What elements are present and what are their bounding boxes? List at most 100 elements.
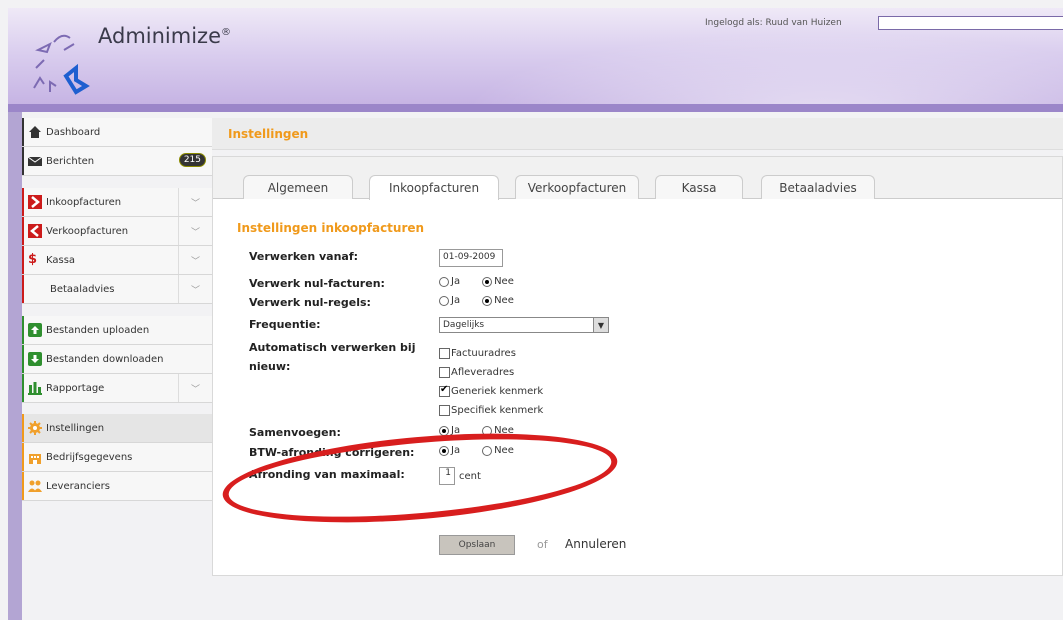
- checkbox-generiek-kenmerk[interactable]: Generiek kenmerk: [439, 382, 543, 401]
- chevron-down-icon[interactable]: ﹀: [178, 188, 212, 216]
- nul-facturen-radio-group: Ja Nee: [439, 276, 536, 287]
- nul-facturen-option-nee[interactable]: Nee: [482, 276, 514, 287]
- save-button[interactable]: Opslaan: [439, 535, 515, 555]
- chevron-down-icon[interactable]: ﹀: [178, 217, 212, 245]
- btw-afronding-option-ja[interactable]: Ja: [439, 445, 460, 456]
- tab-inkoopfacturen[interactable]: Inkoopfacturen: [369, 175, 499, 200]
- header-swoosh: [403, 18, 1063, 112]
- tab-betaaladvies[interactable]: Betaaladvies: [761, 175, 875, 199]
- nul-facturen-label: Verwerk nul-facturen:: [249, 277, 385, 290]
- sidebar-item-label: Bestanden uploaden: [46, 324, 150, 336]
- nul-regels-radio-group: Ja Nee: [439, 295, 536, 306]
- sidebar-item-bestanden-downloaden[interactable]: Bestanden downloaden: [22, 345, 212, 374]
- arrow-right-icon: [28, 195, 42, 209]
- checkbox-afleveradres[interactable]: Afleveradres: [439, 363, 514, 382]
- gear-icon: [28, 421, 42, 435]
- radio-button[interactable]: [439, 295, 449, 306]
- nav-group-main: Dashboard Berichten 215: [22, 118, 212, 176]
- chevron-down-icon[interactable]: ﹀: [178, 374, 212, 402]
- nul-regels-label: Verwerk nul-regels:: [249, 296, 371, 309]
- settings-panel: Algemeen Inkoopfacturen Verkoopfacturen …: [212, 156, 1063, 576]
- nul-regels-option-nee[interactable]: Nee: [482, 295, 514, 306]
- house-icon: [28, 125, 42, 139]
- radio-button-selected[interactable]: [482, 295, 493, 306]
- cancel-link[interactable]: Annuleren: [565, 537, 626, 551]
- verwerken-vanaf-label: Verwerken vanaf:: [249, 250, 359, 263]
- sidebar-item-label: Instellingen: [46, 422, 105, 434]
- sidebar-strip: [8, 112, 22, 620]
- radio-button-selected[interactable]: [482, 276, 493, 287]
- header-search-input[interactable]: [878, 16, 1063, 30]
- radio-button[interactable]: [439, 276, 449, 287]
- sidebar-item-bestanden-uploaden[interactable]: Bestanden uploaden: [22, 316, 212, 345]
- sidebar-item-label: Verkoopfacturen: [46, 225, 129, 237]
- frequentie-select[interactable]: Dagelijks ▼: [439, 317, 609, 333]
- download-icon: [28, 352, 42, 366]
- checkbox[interactable]: [439, 348, 450, 359]
- nul-regels-option-ja[interactable]: Ja: [439, 295, 460, 306]
- arrow-left-icon: [28, 224, 42, 238]
- dropdown-arrow-icon[interactable]: ▼: [593, 318, 608, 332]
- radio-button-selected[interactable]: [439, 425, 449, 436]
- tab-bar: Algemeen Inkoopfacturen Verkoopfacturen …: [213, 157, 1062, 200]
- login-status: Ingelogd als: Ruud van Huizen: [705, 18, 842, 28]
- chevron-down-icon[interactable]: ﹀: [178, 246, 212, 274]
- tab-kassa[interactable]: Kassa: [655, 175, 743, 199]
- checkbox-specifiek-kenmerk[interactable]: Specifiek kenmerk: [439, 401, 543, 420]
- sidebar-item-dashboard[interactable]: Dashboard: [22, 118, 212, 147]
- tab-verkoopfacturen[interactable]: Verkoopfacturen: [515, 175, 639, 199]
- sidebar: Dashboard Berichten 215 Inkoopfacturen ﹀…: [8, 112, 226, 620]
- sidebar-item-label: Rapportage: [46, 382, 105, 394]
- sidebar-item-inkoopfacturen[interactable]: Inkoopfacturen ﹀: [22, 188, 212, 217]
- frequentie-selected-value: Dagelijks: [443, 320, 485, 330]
- sidebar-item-verkoopfacturen[interactable]: Verkoopfacturen ﹀: [22, 217, 212, 246]
- envelope-icon: [27, 154, 43, 168]
- radio-button[interactable]: [482, 425, 493, 436]
- sidebar-item-bedrijfsgegevens[interactable]: Bedrijfsgegevens: [22, 443, 212, 472]
- upload-icon: [28, 323, 42, 337]
- sidebar-item-instellingen[interactable]: Instellingen: [22, 414, 226, 443]
- verwerken-vanaf-date-input[interactable]: 01-09-2009: [439, 249, 503, 267]
- sidebar-item-label: Leveranciers: [46, 480, 110, 492]
- sidebar-item-label: Dashboard: [46, 126, 101, 138]
- checkbox[interactable]: [439, 405, 450, 416]
- dollar-icon: $: [28, 252, 38, 267]
- section-title: Instellingen inkoopfacturen: [237, 221, 425, 235]
- automatisch-checkbox-group: Factuuradres Afleveradres Generiek kenme…: [439, 344, 543, 420]
- sidebar-item-betaaladvies[interactable]: Betaaladvies ﹀: [22, 275, 212, 304]
- sidebar-item-label: Inkoopfacturen: [46, 196, 122, 208]
- samenvoegen-option-nee[interactable]: Nee: [482, 425, 514, 436]
- radio-button-selected[interactable]: [439, 445, 449, 456]
- afronding-unit: cent: [459, 470, 481, 482]
- or-text: of: [537, 538, 548, 551]
- nav-group-settings: Instellingen Bedrijfsgegevens Leverancie…: [22, 414, 226, 501]
- page-title: Instellingen: [228, 126, 309, 141]
- sidebar-item-berichten[interactable]: Berichten 215: [22, 147, 212, 176]
- sidebar-item-rapportage[interactable]: Rapportage ﹀: [22, 374, 212, 403]
- btw-afronding-label: BTW-afronding corrigeren:: [249, 446, 415, 459]
- btw-afronding-radio-group: Ja Nee: [439, 445, 536, 456]
- chevron-down-icon[interactable]: ﹀: [178, 275, 212, 303]
- automatisch-label: Automatisch verwerken bij nieuw:: [249, 341, 416, 373]
- messages-count-badge: 215: [178, 153, 206, 167]
- app-name: Adminimize: [98, 24, 221, 48]
- afronding-maximaal-label: Afronding van maximaal:: [249, 468, 405, 481]
- samenvoegen-option-ja[interactable]: Ja: [439, 425, 460, 436]
- sidebar-item-label: Berichten: [46, 155, 95, 167]
- sidebar-item-kassa[interactable]: $ Kassa ﹀: [22, 246, 212, 275]
- frequentie-label: Frequentie:: [249, 318, 321, 331]
- sidebar-item-leveranciers[interactable]: Leveranciers: [22, 472, 212, 501]
- nav-group-files: Bestanden uploaden Bestanden downloaden …: [22, 316, 212, 403]
- radio-button[interactable]: [482, 445, 493, 456]
- afronding-maximaal-input[interactable]: 1: [439, 467, 455, 485]
- checkbox[interactable]: [439, 367, 450, 378]
- checkbox-factuuradres[interactable]: Factuuradres: [439, 344, 516, 363]
- btw-afronding-option-nee[interactable]: Nee: [482, 445, 514, 456]
- tab-algemeen[interactable]: Algemeen: [243, 175, 353, 199]
- nul-facturen-option-ja[interactable]: Ja: [439, 276, 460, 287]
- app-header: Adminimize® Ingelogd als: Ruud van Huize…: [8, 8, 1063, 112]
- sidebar-item-label: Betaaladvies: [50, 283, 115, 295]
- sidebar-item-label: Bedrijfsgegevens: [46, 451, 133, 463]
- logo-arrows-icon: [33, 34, 90, 95]
- checkbox-checked[interactable]: [439, 384, 450, 397]
